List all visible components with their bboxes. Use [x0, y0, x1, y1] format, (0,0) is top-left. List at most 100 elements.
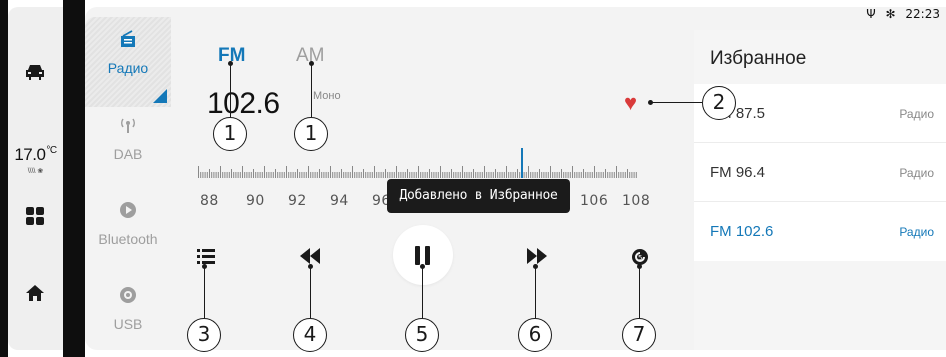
- scale-tick: [479, 172, 481, 178]
- scale-tick: [598, 172, 600, 178]
- scale-tick: [376, 172, 378, 178]
- callout-leader: [535, 266, 536, 318]
- scale-tick: [464, 172, 466, 178]
- scale-tick: [497, 172, 499, 178]
- scale-tick: [200, 172, 202, 178]
- scale-tick: [565, 172, 567, 178]
- favorite-name: FM 96.4: [710, 164, 766, 181]
- apps-grid-icon[interactable]: [20, 207, 50, 230]
- scale-tick: [400, 172, 402, 178]
- scale-tick: [378, 172, 380, 178]
- scale-tick: [352, 166, 353, 178]
- scale-tick: [253, 169, 254, 178]
- callout-dot: [637, 264, 642, 269]
- scale-label: 94: [330, 193, 349, 209]
- active-corner-indicator: [153, 89, 167, 103]
- scale-tick: [211, 172, 213, 178]
- scale-tick: [244, 172, 246, 178]
- scale-tick: [391, 172, 393, 178]
- pause-button[interactable]: [393, 225, 453, 285]
- favorite-item[interactable]: FM 96.4 Радио: [694, 143, 946, 202]
- scale-tick: [398, 172, 400, 178]
- scale-tick: [457, 172, 459, 178]
- callout-leader: [639, 266, 640, 318]
- scale-tick: [275, 169, 276, 178]
- scale-tick: [455, 172, 457, 178]
- scale-tick: [235, 172, 237, 178]
- scale-tick: [622, 172, 624, 178]
- scale-tick: [222, 172, 224, 178]
- scale-tick: [424, 172, 426, 178]
- scale-tick: [206, 172, 208, 178]
- scale-tick: [534, 172, 536, 178]
- home-icon[interactable]: [20, 284, 50, 307]
- bluetooth-play-icon: [85, 200, 171, 225]
- favorites-title: Избранное: [710, 48, 807, 69]
- scale-tick: [501, 172, 503, 178]
- usb-status-icon: Ψ: [866, 7, 876, 21]
- scale-tick: [396, 166, 397, 178]
- source-bluetooth-label: Bluetooth: [98, 231, 158, 247]
- source-radio[interactable]: Радио: [85, 17, 171, 107]
- scale-tick: [268, 172, 270, 178]
- scale-tick: [281, 172, 283, 178]
- scale-tick: [389, 172, 391, 178]
- callout-leader: [230, 63, 231, 117]
- scale-tick: [387, 172, 389, 178]
- svg-text:5: 5: [638, 254, 642, 262]
- scale-tick: [574, 172, 576, 178]
- scale-tick: [308, 166, 309, 178]
- scale-tick: [404, 172, 406, 178]
- source-usb[interactable]: USB: [85, 285, 171, 332]
- scale-tick: [283, 172, 285, 178]
- scale-tick: [578, 172, 580, 178]
- status-bar: Ψ ✻ 22:23: [860, 7, 940, 21]
- scale-tick: [587, 172, 589, 178]
- scale-tick: [543, 172, 545, 178]
- scale-tick: [402, 172, 404, 178]
- scale-tick: [220, 166, 221, 178]
- scale-tick: [607, 172, 609, 178]
- scale-tick: [224, 172, 226, 178]
- scale-tick: [552, 172, 554, 178]
- scale-tick: [356, 172, 358, 178]
- favorite-heart-icon[interactable]: ♥: [624, 92, 637, 114]
- scale-tick: [484, 166, 485, 178]
- callout-badge: 2: [702, 86, 736, 120]
- temperature-value: 17.0: [14, 145, 46, 164]
- scale-tick: [312, 172, 314, 178]
- source-dab[interactable]: DAB: [85, 115, 171, 162]
- temperature-display[interactable]: 17.0°C: [8, 145, 63, 165]
- source-bluetooth[interactable]: Bluetooth: [85, 200, 171, 247]
- source-usb-label: USB: [113, 316, 143, 332]
- scale-tick: [508, 172, 510, 178]
- scale-tick: [319, 169, 320, 178]
- scale-tick: [310, 172, 312, 178]
- scale-tick: [231, 169, 232, 178]
- scale-tick: [233, 172, 235, 178]
- favorite-item[interactable]: FM 102.6 Радио: [694, 202, 946, 261]
- scale-tick: [437, 172, 439, 178]
- callout-dot: [309, 61, 314, 66]
- scale-tick: [415, 172, 417, 178]
- scale-tick: [279, 172, 281, 178]
- scale-tick: [325, 172, 327, 178]
- scale-tick: [576, 172, 578, 178]
- scale-tick: [600, 172, 602, 178]
- mono-indicator: Моно: [313, 90, 341, 102]
- scale-tick: [435, 172, 437, 178]
- tuning-scale[interactable]: [198, 148, 638, 178]
- scale-tick: [547, 172, 549, 178]
- scale-tick: [633, 172, 635, 178]
- scale-tick: [475, 172, 477, 178]
- scale-tick: [354, 172, 356, 178]
- tuning-needle[interactable]: [521, 148, 523, 178]
- scale-tick: [523, 172, 525, 178]
- fan-indicator: \\\\ ❀: [27, 168, 44, 175]
- callout-badge: 7: [622, 318, 656, 352]
- scale-tick: [349, 172, 351, 178]
- car-icon[interactable]: [20, 62, 50, 87]
- scale-tick: [611, 172, 613, 178]
- scale-tick: [288, 172, 290, 178]
- scale-tick: [385, 169, 386, 178]
